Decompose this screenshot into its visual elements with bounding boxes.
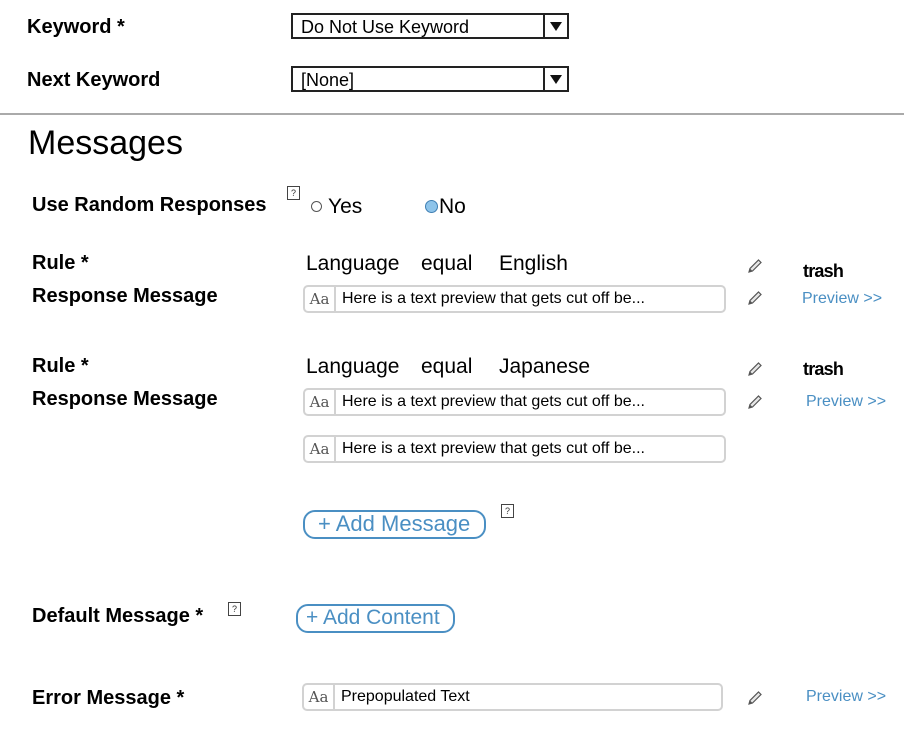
add-content-button[interactable]: + Add Content [296,604,455,633]
add-message-button[interactable]: + Add Message [303,510,486,539]
rule-label: Rule * [32,252,89,274]
default-message-label: Default Message * [32,605,204,627]
chevron-down-icon[interactable] [543,68,567,90]
trash-button[interactable]: trash [803,359,844,380]
response-preview-text: Here is a text preview that gets cut off… [342,440,645,457]
radio-yes[interactable] [311,201,322,212]
text-format-icon: Aa [304,685,335,709]
next-keyword-label: Next Keyword [27,69,161,91]
pencil-icon[interactable] [747,394,763,410]
help-icon[interactable]: ? [501,504,514,518]
pencil-icon[interactable] [747,258,763,274]
text-format-icon: Aa [305,390,336,414]
rule-operator: equal [421,355,473,378]
rule-value: Japanese [499,355,591,378]
rule-value: English [499,252,568,275]
pencil-icon[interactable] [747,361,763,377]
keyword-select[interactable]: Do Not Use Keyword [291,13,569,39]
keyword-select-value: Do Not Use Keyword [301,17,470,37]
keyword-label: Keyword * [27,16,125,38]
rule-operator: equal [421,252,473,275]
messages-heading: Messages [28,124,183,162]
rule-field: Language [306,355,400,378]
radio-no-label[interactable]: No [439,195,466,219]
preview-link[interactable]: Preview >> [806,688,886,706]
trash-button[interactable]: trash [803,261,844,282]
error-message-label: Error Message * [32,687,185,709]
response-preview-text: Here is a text preview that gets cut off… [342,290,645,307]
preview-link[interactable]: Preview >> [806,393,886,411]
help-icon[interactable]: ? [228,602,241,616]
response-message-label: Response Message [32,388,218,410]
response-message-field[interactable]: Aa Here is a text preview that gets cut … [303,285,726,313]
radio-yes-label[interactable]: Yes [328,195,362,219]
pencil-icon[interactable] [747,290,763,306]
error-message-field[interactable]: Aa Prepopulated Text [302,683,723,711]
rule-label: Rule * [32,355,89,377]
response-message-label: Response Message [32,285,218,307]
text-format-icon: Aa [305,437,336,461]
rule-field: Language [306,252,400,275]
next-keyword-select[interactable]: [None] [291,66,569,92]
response-message-field[interactable]: Aa Here is a text preview that gets cut … [303,435,726,463]
pencil-icon[interactable] [747,690,763,706]
preview-link[interactable]: Preview >> [802,290,882,308]
error-message-text: Prepopulated Text [341,688,470,705]
section-divider [0,113,904,115]
next-keyword-select-value: [None] [301,70,355,90]
radio-no[interactable] [425,200,438,213]
random-responses-label: Use Random Responses [32,194,267,216]
help-icon[interactable]: ? [287,186,300,200]
response-message-field[interactable]: Aa Here is a text preview that gets cut … [303,388,726,416]
response-preview-text: Here is a text preview that gets cut off… [342,393,645,410]
chevron-down-icon[interactable] [543,15,567,37]
text-format-icon: Aa [305,287,336,311]
